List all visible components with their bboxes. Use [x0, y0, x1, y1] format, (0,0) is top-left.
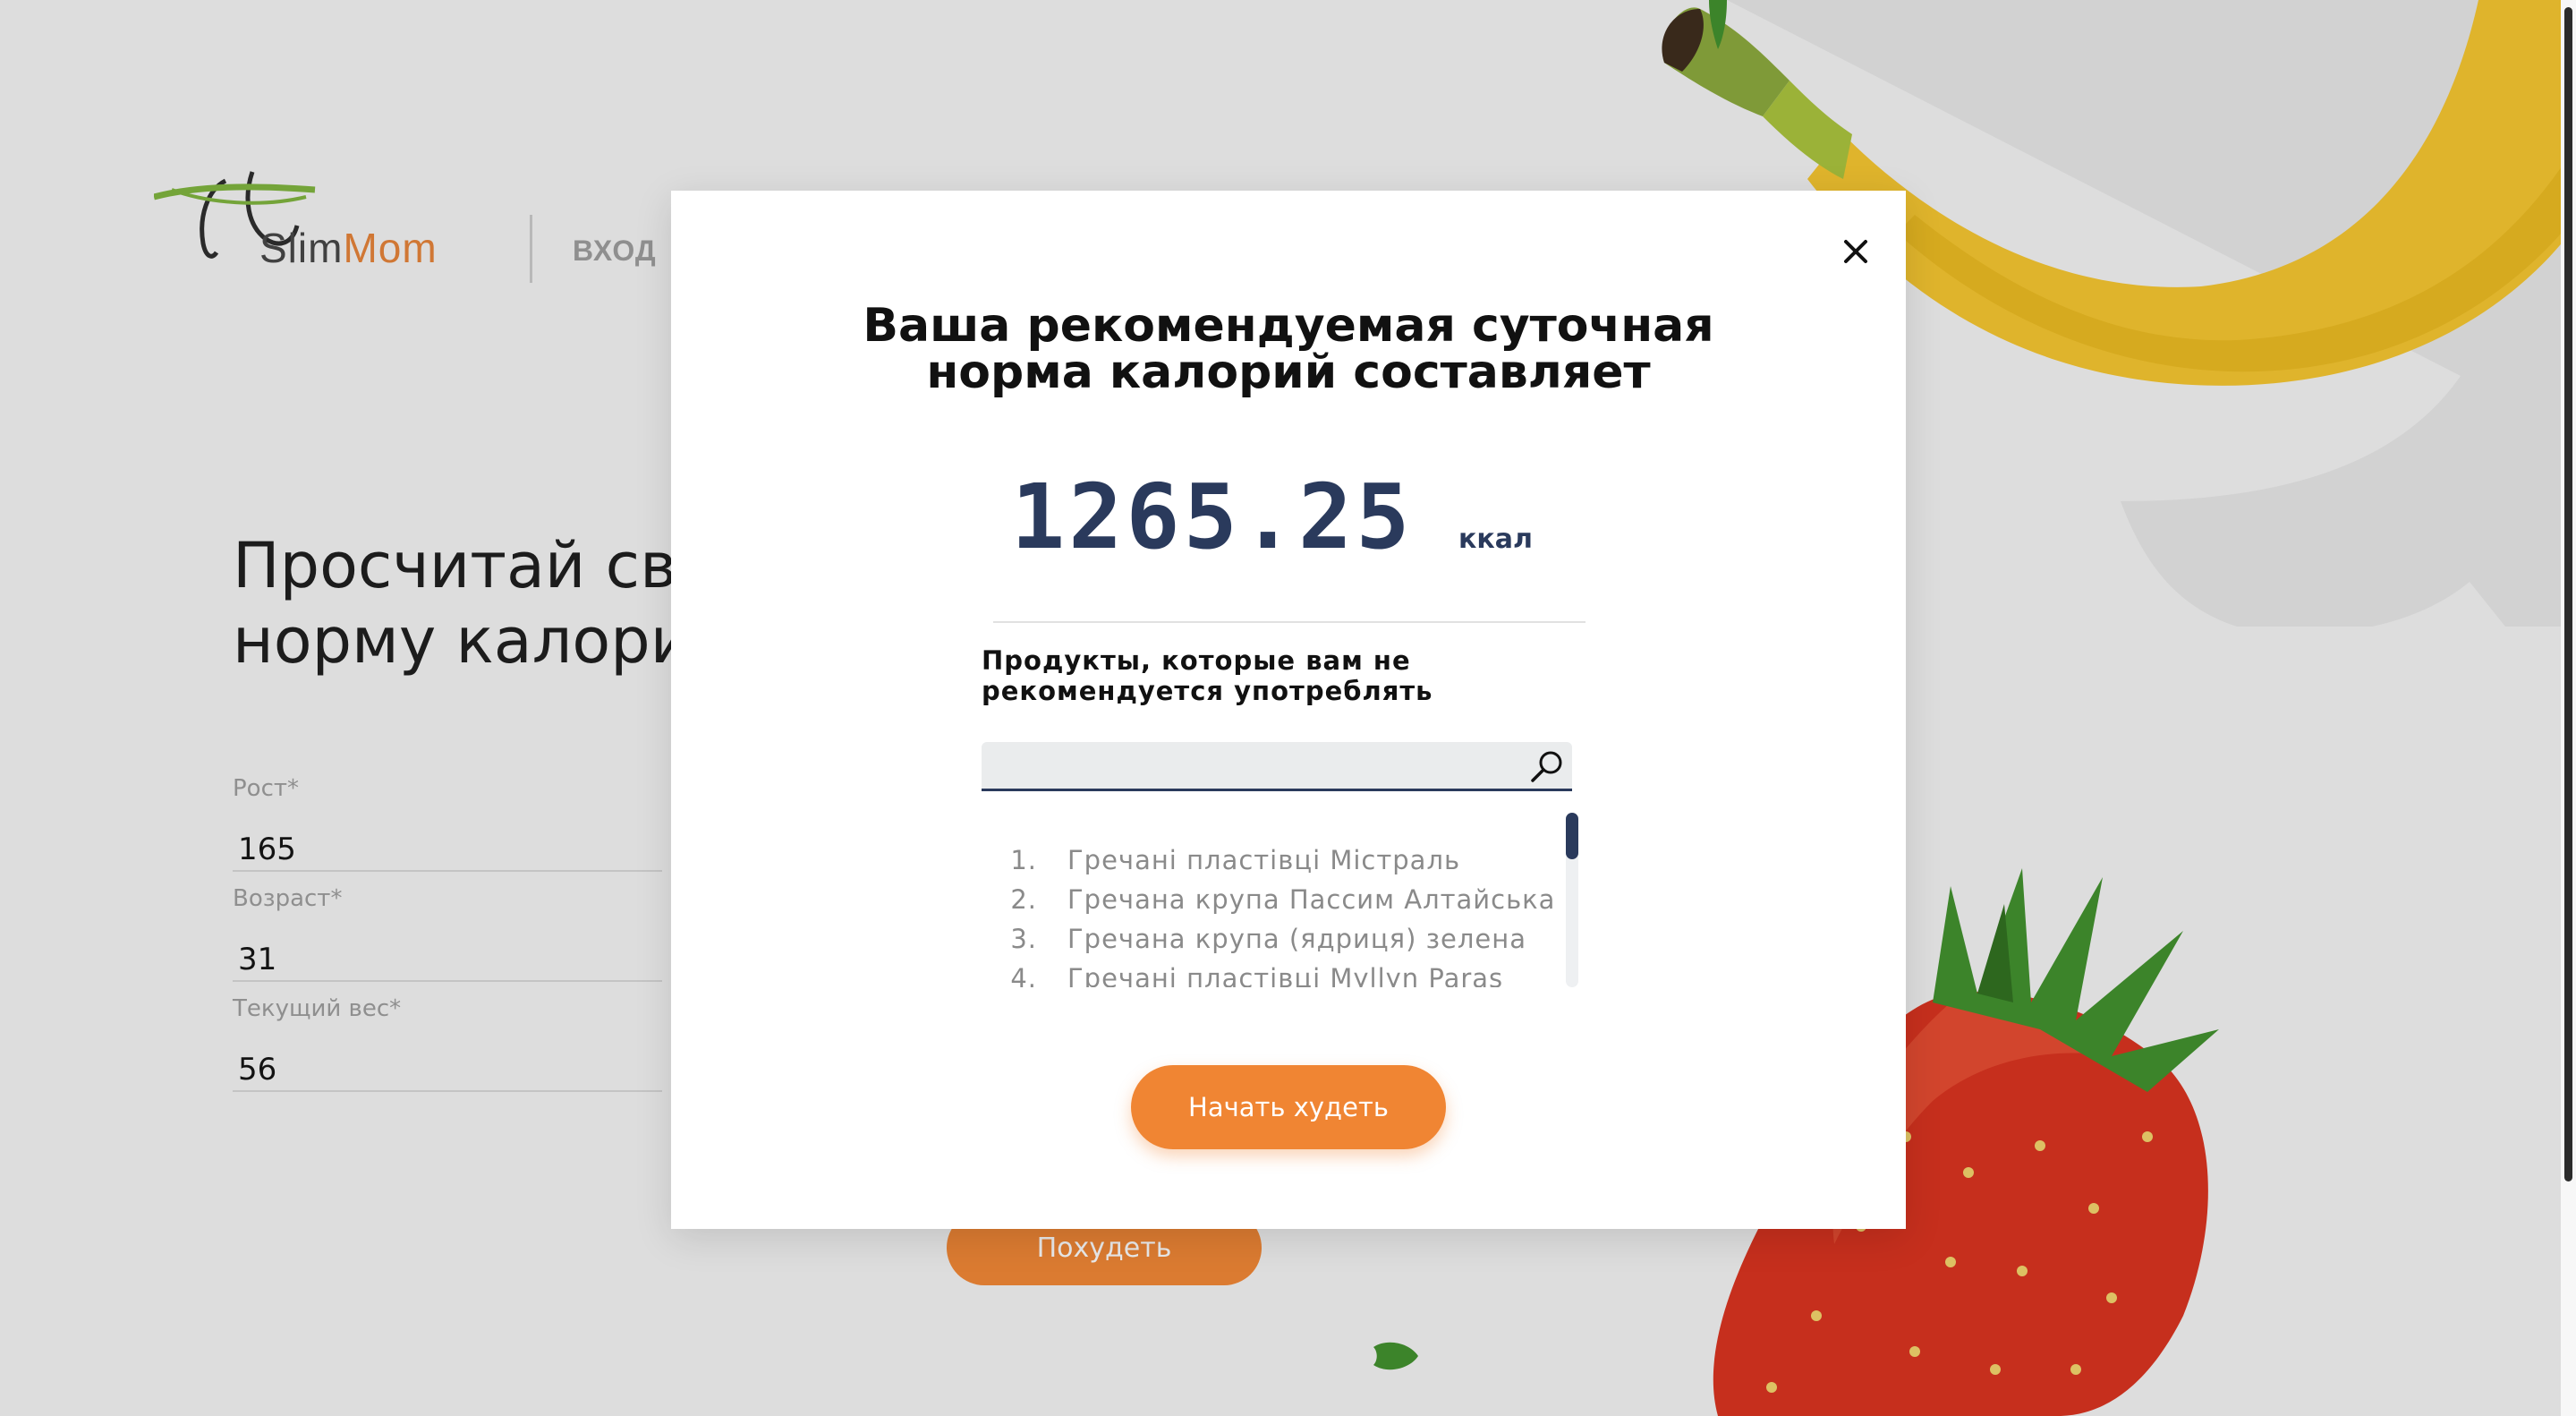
modal-title-line1: Ваша рекомендуемая суточная: [863, 299, 1714, 353]
product-list: 1. Гречані пластівці Містраль 2. Гречана к…: [982, 840, 1555, 987]
modal-divider: [993, 621, 1586, 623]
list-item-number: 2.: [1010, 884, 1037, 915]
list-item-name: Гречана крупа Пассим Алтайська: [1067, 884, 1556, 915]
list-item-number: 1.: [1010, 845, 1037, 875]
close-icon[interactable]: [1831, 226, 1881, 277]
search-icon[interactable]: [1527, 747, 1567, 787]
calorie-result-modal: Ваша рекомендуемая суточная норма калори…: [671, 191, 1906, 1229]
list-item-number: 4.: [1010, 963, 1037, 987]
list-item: 4. Гречані пластівці Myllyn Paras: [982, 959, 1555, 987]
list-scrollbar-thumb[interactable]: [1566, 813, 1578, 859]
product-search-input[interactable]: [982, 742, 1535, 789]
kcal-unit: ккал: [1458, 524, 1533, 555]
list-item-name: Гречані пластівці Містраль: [1067, 845, 1461, 875]
not-recommended-title: Продукты, которые вам не рекомендуется у…: [982, 645, 1518, 706]
kcal-value: 1265.25: [1011, 465, 1414, 569]
list-item-name: Гречана крупа (ядриця) зелена: [1067, 924, 1526, 954]
start-losing-weight-button[interactable]: Начать худеть: [1131, 1065, 1446, 1149]
not-recommended-list[interactable]: 1. Гречані пластівці Містраль 2. Гречана к…: [982, 808, 1572, 987]
list-item: 3. Гречана крупа (ядриця) зелена: [982, 919, 1555, 959]
modal-title-line2: норма калорий составляет: [926, 345, 1651, 399]
page: SlimMom ВХОД Просчитай свою суточную нор…: [0, 0, 2576, 1416]
kcal-result: 1265.25 ккал: [671, 459, 1906, 569]
product-search[interactable]: [982, 742, 1572, 791]
list-item: 2. Гречана крупа Пассим Алтайська: [982, 880, 1555, 919]
not-recommended-title-line2: рекомендуется употреблять: [982, 676, 1433, 706]
page-scrollbar-thumb[interactable]: [2564, 7, 2572, 1181]
modal-title: Ваша рекомендуемая суточная норма калори…: [752, 303, 1825, 396]
not-recommended-title-line1: Продукты, которые вам не: [982, 645, 1411, 676]
list-item: 1. Гречані пластівці Містраль: [982, 840, 1555, 880]
list-item-name: Гречані пластівці Myllyn Paras: [1067, 963, 1504, 987]
list-item-number: 3.: [1010, 924, 1037, 954]
